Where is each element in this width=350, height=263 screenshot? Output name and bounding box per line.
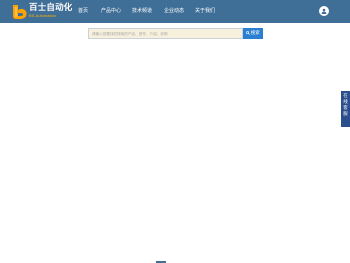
brand-name: 百士自动化 (29, 3, 73, 13)
search-button-label: 搜索 (250, 31, 260, 36)
site-header: 百士自动化 BS-Automation 首页 产品中心 技术频道 企业动态 关于… (0, 0, 350, 23)
search-input[interactable] (88, 28, 243, 39)
search-button[interactable]: 搜索 (243, 28, 263, 39)
online-service-label-1: 在 (343, 94, 348, 99)
nav-item-about[interactable]: 关于我们 (195, 7, 215, 15)
user-icon (321, 8, 327, 14)
nav-item-products[interactable]: 产品中心 (101, 7, 121, 15)
brand-subtitle: BS-Automation (29, 13, 56, 18)
user-button[interactable] (319, 6, 329, 16)
nav-item-tech[interactable]: 技术频道 (132, 7, 152, 15)
online-service-tab[interactable]: 在 线 客 服 (341, 91, 350, 127)
nav-item-news[interactable]: 企业动态 (164, 7, 184, 15)
nav-item-home[interactable]: 首页 (78, 7, 88, 15)
online-service-label-4: 服 (343, 112, 348, 117)
search-icon (246, 30, 251, 35)
search-bar: 搜索 (88, 28, 263, 39)
logo-mark-icon (13, 5, 27, 19)
